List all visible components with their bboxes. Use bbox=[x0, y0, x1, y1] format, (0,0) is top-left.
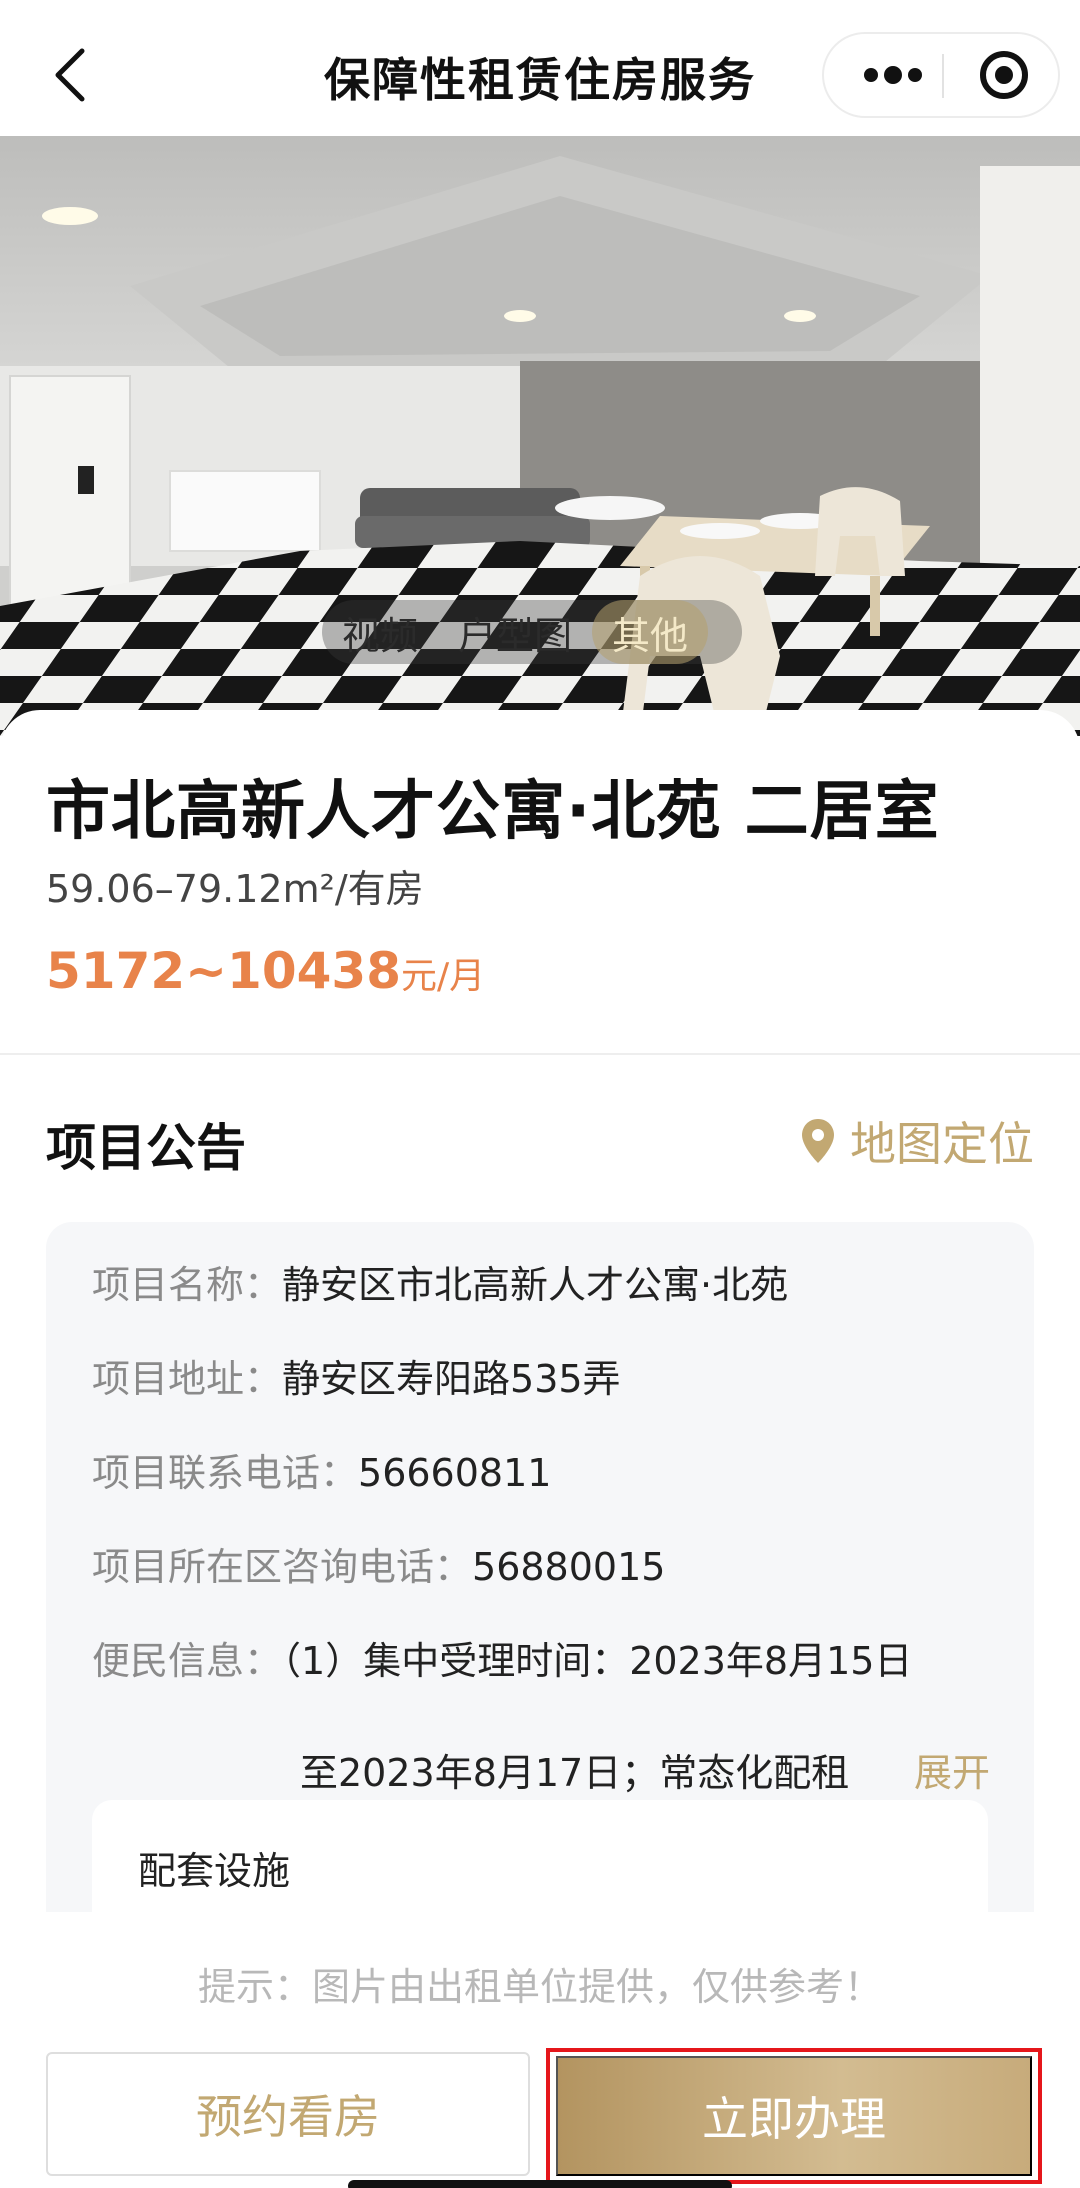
media-tab-switcher: 视频 户型图 其他 bbox=[322, 600, 742, 664]
map-location-link[interactable]: 地图定位 bbox=[800, 1108, 1034, 1174]
target-circle-icon bbox=[980, 51, 1028, 99]
project-phone-value[interactable]: 56660811 bbox=[358, 1451, 551, 1495]
apply-now-button[interactable]: 立即办理 bbox=[556, 2056, 1032, 2176]
convenience-info-line2: 至2023年8月17日；常态化配租 bbox=[300, 1751, 850, 1795]
listing-title: 市北高新人才公寓·北苑 二居室 bbox=[46, 775, 940, 849]
apply-button-highlight: 立即办理 bbox=[546, 2048, 1042, 2184]
project-address-row: 项目地址：静安区寿阳路535弄 bbox=[92, 1354, 621, 1404]
more-button[interactable] bbox=[848, 34, 938, 116]
book-viewing-button[interactable]: 预约看房 bbox=[46, 2052, 530, 2176]
navigation-bar: 保障性租赁住房服务 bbox=[0, 0, 1080, 136]
project-phone-row: 项目联系电话：56660811 bbox=[92, 1448, 551, 1498]
listing-area: 59.06–79.12m²/有房 bbox=[46, 867, 424, 911]
convenience-info-value: （1）集中受理时间：2023年8月15日 bbox=[282, 1639, 913, 1683]
district-phone-row: 项目所在区咨询电话：56880015 bbox=[92, 1542, 665, 1592]
close-program-button[interactable] bbox=[956, 34, 1052, 116]
mini-program-capsule bbox=[822, 32, 1060, 118]
project-address-value: 静安区寿阳路535弄 bbox=[282, 1357, 621, 1401]
map-link-label: 地图定位 bbox=[850, 1117, 1034, 1171]
project-name-value: 静安区市北高新人才公寓·北苑 bbox=[282, 1263, 789, 1307]
home-indicator bbox=[348, 2180, 732, 2188]
convenience-info-row: 便民信息：（1）集中受理时间：2023年8月15日 bbox=[92, 1636, 912, 1686]
district-phone-label: 项目所在区咨询电话： bbox=[92, 1545, 473, 1589]
listing-info-card: 市北高新人才公寓·北苑 二居室 59.06–79.12m²/有房 5172~10… bbox=[0, 710, 1080, 1055]
expand-link[interactable]: 展开 bbox=[904, 1742, 991, 1797]
photo-disclaimer: 提示：图片由出租单位提供，仅供参考！ bbox=[197, 1965, 882, 2009]
district-phone-value[interactable]: 56880015 bbox=[472, 1545, 665, 1589]
more-dots-icon bbox=[864, 66, 922, 84]
tab-video[interactable]: 视频 bbox=[322, 600, 438, 664]
listing-price: 5172~10438元/月 bbox=[46, 942, 485, 1000]
project-phone-label: 项目联系电话： bbox=[92, 1451, 359, 1495]
project-address-label: 项目地址： bbox=[92, 1357, 283, 1401]
tab-floorplan[interactable]: 户型图 bbox=[438, 600, 592, 664]
price-unit: 元/月 bbox=[401, 956, 486, 997]
price-range: 5172~10438 bbox=[46, 942, 402, 1000]
project-detail-panel: 项目名称：静安区市北高新人才公寓·北苑 项目地址：静安区寿阳路535弄 项目联系… bbox=[46, 1222, 1034, 1960]
tab-other[interactable]: 其他 bbox=[592, 600, 709, 664]
project-name-row: 项目名称：静安区市北高新人才公寓·北苑 bbox=[92, 1260, 788, 1310]
listing-photo[interactable]: 视频 户型图 其他 bbox=[0, 136, 1080, 736]
convenience-info-label: 便民信息： bbox=[92, 1639, 283, 1683]
facility-label: 配套设施 bbox=[138, 1849, 291, 1893]
section-divider bbox=[0, 1053, 1080, 1055]
location-pin-icon bbox=[802, 1119, 834, 1163]
announcement-heading: 项目公告 bbox=[46, 1119, 246, 1177]
capsule-divider bbox=[942, 54, 944, 98]
bottom-action-bar: 提示：图片由出租单位提供，仅供参考！ 预约看房 立即办理 bbox=[0, 1912, 1080, 2188]
project-name-label: 项目名称： bbox=[92, 1263, 283, 1307]
